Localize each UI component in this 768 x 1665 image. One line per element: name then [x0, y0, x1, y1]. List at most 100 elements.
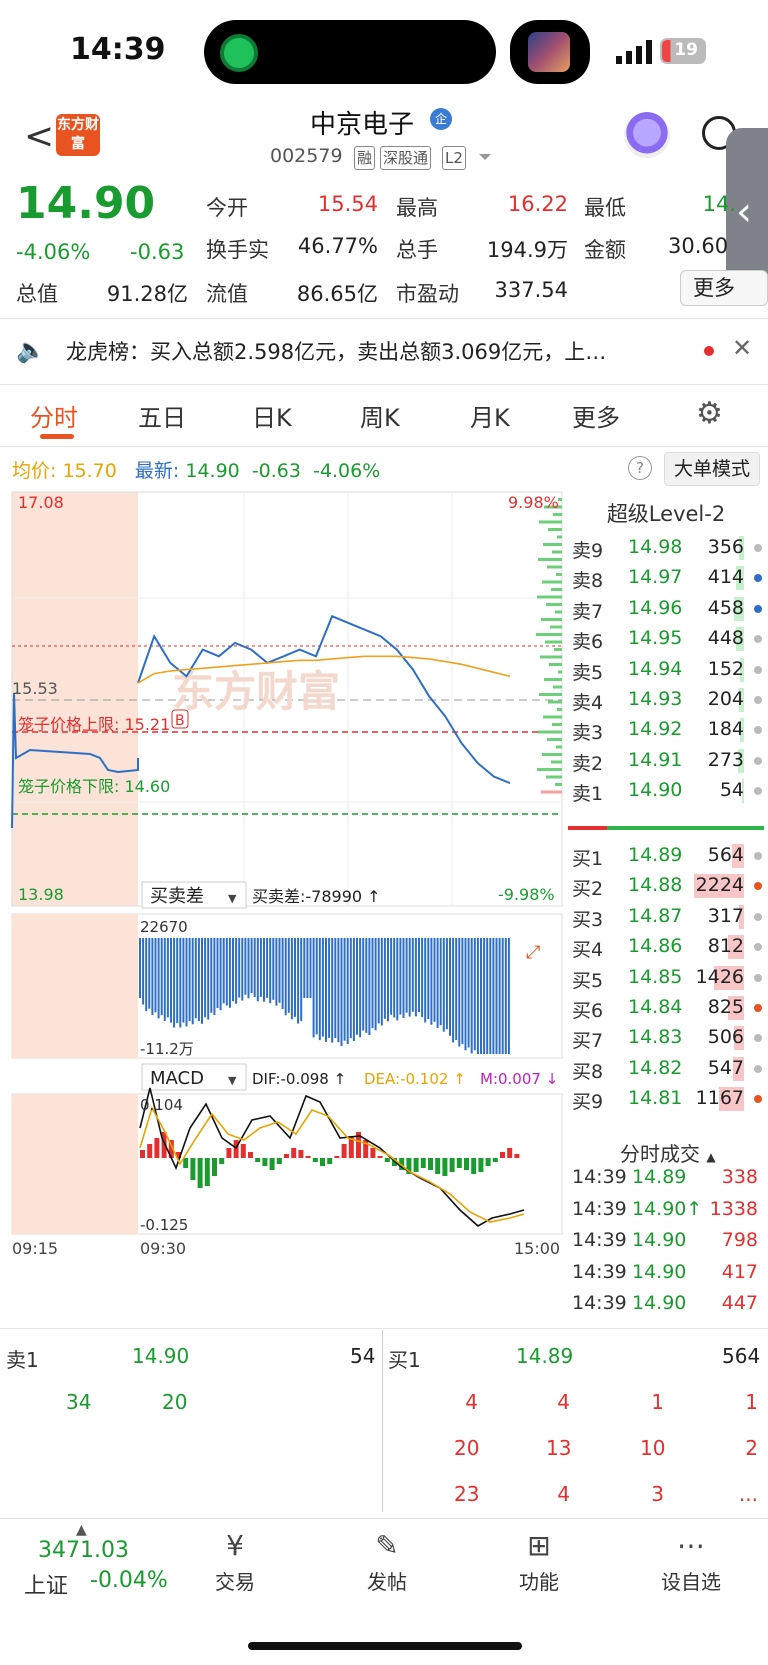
bid-row-4[interactable]: 买5 14.85 1426 — [568, 962, 764, 994]
bid-row-3[interactable]: 买4 14.86 812 — [568, 931, 764, 963]
home-indicator[interactable] — [248, 1642, 522, 1650]
stock-code: 002579 — [270, 145, 343, 167]
tab-weekly-k[interactable]: 周K — [360, 398, 400, 433]
index-value[interactable]: 3471.03 — [38, 1538, 129, 1563]
volume-value: 194.9万 — [486, 238, 568, 262]
tab-monthly-k[interactable]: 月K — [470, 398, 510, 433]
notice-text[interactable]: 龙虎榜：买入总额2.598亿元，卖出总额3.069亿元，上… — [66, 336, 682, 366]
open-label: 今开 — [206, 196, 248, 220]
diff-bar — [315, 938, 318, 1035]
status-dot — [754, 852, 762, 860]
svg-text:▼: ▼ — [228, 892, 237, 905]
ob-volume: 1167 — [695, 1087, 744, 1110]
depth-bar — [537, 595, 562, 599]
assistant-robot-icon[interactable] — [624, 112, 670, 158]
diff-bar — [340, 938, 343, 1047]
diff-bar — [244, 938, 247, 995]
bid-row-0[interactable]: 买1 14.89 564 — [568, 840, 764, 872]
ob-volume: 564 — [707, 844, 744, 866]
bid-row-8[interactable]: 买9 14.81 1167 — [568, 1083, 764, 1115]
caret-up-icon: ▲ — [706, 1150, 716, 1164]
ask-row-5[interactable]: 卖4 14.93 204 — [568, 684, 764, 716]
current-price: 14.90 — [16, 178, 156, 229]
macd-dif: DIF:-0.098 ↑ — [252, 1070, 346, 1088]
macd-bar — [384, 1158, 390, 1162]
macd-bar — [147, 1144, 153, 1158]
depth-bar — [536, 633, 562, 636]
ask-row-3[interactable]: 卖6 14.95 448 — [568, 623, 764, 655]
tab-more[interactable]: 更多 — [572, 398, 620, 433]
status-dot — [754, 1034, 762, 1043]
nav-watchlist[interactable]: ⋯ 设自选 — [646, 1528, 736, 1595]
nav-trade[interactable]: ¥ 交易 — [190, 1528, 280, 1595]
ob-volume: 812 — [707, 935, 744, 958]
depth-bar — [558, 670, 562, 674]
macd-bar — [334, 1156, 340, 1158]
ask-row-8[interactable]: 卖1 14.90 54 — [568, 775, 764, 807]
gear-icon[interactable]: ⚙ — [696, 396, 723, 431]
depth-bar — [557, 708, 562, 711]
ask-row-2[interactable]: 卖7 14.96 458 — [568, 593, 764, 625]
diff-bar — [495, 938, 498, 1054]
expand-icon: ⤢ — [526, 942, 541, 963]
diff-bar — [492, 938, 495, 1054]
ask-row-7[interactable]: 卖2 14.91 273 — [568, 745, 764, 777]
tab-five-day[interactable]: 五日 — [138, 398, 186, 433]
depth-bar — [556, 573, 562, 576]
index-name[interactable]: 上证 — [24, 1568, 68, 1600]
close-icon[interactable]: ✕ — [732, 334, 752, 362]
macd-bar — [298, 1150, 304, 1158]
depth-bar — [539, 693, 562, 696]
diff-bar — [250, 938, 253, 994]
buy-order: 3 — [651, 1482, 664, 1506]
diff-value: 买卖差:-78990 ↑ — [252, 887, 381, 906]
buy-order: 10 — [640, 1436, 666, 1460]
bid-row-7[interactable]: 买8 14.82 547 — [568, 1053, 764, 1085]
ask-row-0[interactable]: 卖9 14.98 356 — [568, 532, 764, 564]
buy-order: 13 — [546, 1436, 572, 1460]
diff-bar — [374, 938, 377, 1031]
diff-high-label: 22670 — [140, 918, 188, 936]
bid-row-5[interactable]: 买6 14.84 825 — [568, 992, 764, 1024]
macd-bar — [485, 1158, 491, 1166]
ob-label: 卖2 — [572, 752, 604, 775]
diff-bar — [402, 938, 405, 1018]
tick-volume: 447 — [721, 1292, 758, 1314]
nav-functions[interactable]: ⊞ 功能 — [494, 1528, 584, 1595]
bid-row-6[interactable]: 买7 14.83 506 — [568, 1022, 764, 1054]
bid-row-2[interactable]: 买3 14.87 317 — [568, 901, 764, 933]
diff-title: 买卖差 — [150, 886, 204, 907]
index-change[interactable]: -0.04% — [90, 1568, 168, 1593]
diff-bar — [405, 938, 408, 1013]
diff-bar — [337, 938, 340, 1043]
ask-row-4[interactable]: 卖5 14.94 152 — [568, 654, 764, 686]
sell-order-1: 20 — [162, 1390, 188, 1414]
diff-bar — [343, 938, 346, 1041]
big-order-mode-button[interactable]: 大单模式 — [664, 452, 760, 486]
diff-bar — [278, 938, 281, 1003]
macd-bar — [456, 1158, 462, 1168]
diff-bar — [207, 938, 210, 1020]
price-info-line: 均价: 15.70 最新: 14.90 -0.63 -4.06% — [12, 456, 380, 483]
tab-intraday[interactable]: 分时 — [30, 398, 78, 433]
diff-bar — [151, 938, 154, 1016]
bid-row-1[interactable]: 买2 14.88 2224 — [568, 870, 764, 902]
ob-price: 14.89 — [628, 844, 683, 866]
macd-bar — [219, 1158, 225, 1164]
ask-row-1[interactable]: 卖8 14.97 414 — [568, 562, 764, 594]
back-icon[interactable]: < — [24, 116, 54, 157]
intraday-chart[interactable]: 东方财富 B 17.08 15.53 13.98 9.98% -9.98% 笼子… — [0, 488, 564, 1318]
ob-volume: 414 — [707, 566, 744, 589]
ticks-title[interactable]: 分时成交 ▲ — [568, 1138, 764, 1167]
tab-daily-k[interactable]: 日K — [252, 398, 292, 433]
ob-label: 买3 — [572, 908, 604, 931]
macd-bar — [312, 1158, 318, 1162]
diff-bar — [414, 938, 417, 1017]
ask-row-6[interactable]: 卖3 14.92 184 — [568, 714, 764, 746]
help-icon[interactable]: ? — [628, 456, 652, 480]
code-dropdown-icon[interactable] — [478, 152, 492, 162]
more-fields-button[interactable]: 更多 — [680, 270, 768, 306]
nav-post[interactable]: ✎ 发帖 — [342, 1528, 432, 1595]
diff-bar — [408, 938, 411, 1017]
y-high-label: 17.08 — [18, 493, 64, 512]
